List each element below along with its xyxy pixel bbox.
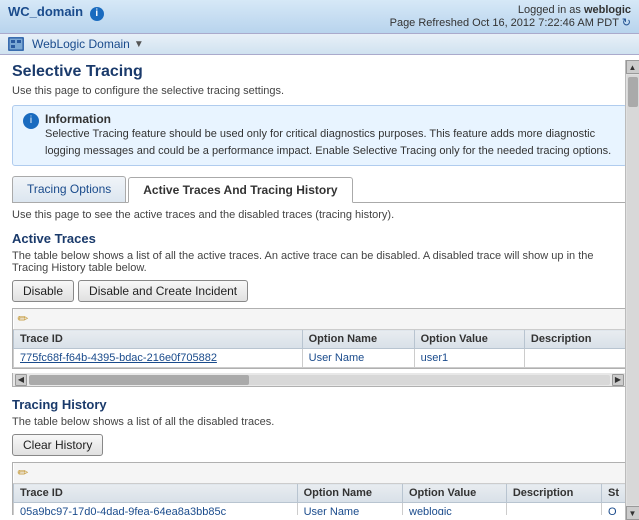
hist-cell-option-name: User Name — [297, 503, 402, 516]
history-table-row[interactable]: 05a9bc97-17d0-4dad-9fea-64ea8a3bb85c Use… — [14, 503, 626, 516]
cell-option-value: user1 — [414, 349, 524, 368]
weblogic-domain-icon — [8, 37, 24, 51]
logged-in-user: weblogic — [584, 4, 631, 16]
tracing-history-description: The table below shows a list of all the … — [12, 416, 627, 428]
tracing-history-section: Tracing History The table below shows a … — [12, 397, 627, 515]
hist-col-description: Description — [506, 484, 601, 503]
col-option-value: Option Value — [414, 330, 524, 349]
active-traces-header-row: Trace ID Option Name Option Value Descri… — [14, 330, 626, 349]
active-traces-action-row: ✏ — [14, 309, 626, 330]
vsb-up-icon[interactable]: ▲ — [626, 60, 639, 74]
history-header-row: Trace ID Option Name Option Value Descri… — [14, 484, 626, 503]
cell-trace-id: 775fc68f-f64b-4395-bdac-216e0f705882 — [14, 349, 303, 368]
tracing-history-buttons: Clear History — [12, 434, 627, 456]
active-traces-table: ✏ Trace ID Option Name Option Value Desc… — [13, 309, 626, 368]
tracing-history-table-wrapper: ✏ Trace ID Option Name Option Value Desc… — [12, 462, 627, 515]
col-trace-id: Trace ID — [14, 330, 303, 349]
breadcrumb-link[interactable]: WebLogic Domain — [32, 37, 130, 51]
scroll-left-icon[interactable]: ◀ — [15, 374, 27, 386]
hist-cell-trace-id: 05a9bc97-17d0-4dad-9fea-64ea8a3bb85c — [14, 503, 298, 516]
cell-option-name: User Name — [302, 349, 414, 368]
cell-description — [524, 349, 625, 368]
active-traces-table-wrapper: ✏ Trace ID Option Name Option Value Desc… — [12, 308, 627, 369]
hist-col-option-value: Option Value — [403, 484, 507, 503]
col-option-name: Option Name — [302, 330, 414, 349]
vsb-track[interactable] — [627, 75, 639, 505]
active-traces-description: The table below shows a list of all the … — [12, 250, 627, 274]
pencil-icon-2: ✏ — [18, 465, 29, 480]
tab-tracing-options[interactable]: Tracing Options — [12, 176, 126, 202]
active-traces-scrollbar[interactable]: ◀ ▶ — [12, 373, 627, 387]
logged-in-info: Logged in as weblogic Page Refreshed Oct… — [390, 4, 631, 29]
info-box-icon: i — [23, 113, 39, 129]
domain-info: WC_domain i — [8, 4, 104, 21]
breadcrumb-dropdown-icon[interactable]: ▼ — [134, 39, 144, 50]
tracing-history-table: ✏ Trace ID Option Name Option Value Desc… — [13, 463, 626, 515]
main-content: Selective Tracing Use this page to confi… — [0, 55, 639, 515]
active-traces-title: Active Traces — [12, 231, 627, 246]
tracing-history-title: Tracing History — [12, 397, 627, 412]
vertical-scrollbar[interactable]: ▲ ▼ — [625, 60, 639, 520]
page-description: Use this page to configure the selective… — [12, 85, 627, 97]
hist-col-trace-id: Trace ID — [14, 484, 298, 503]
hist-cell-option-value: weblogic — [403, 503, 507, 516]
hist-col-option-name: Option Name — [297, 484, 402, 503]
col-description: Description — [524, 330, 625, 349]
vsb-thumb[interactable] — [628, 77, 638, 107]
tab-description: Use this page to see the active traces a… — [12, 209, 627, 221]
breadcrumb-bar: WebLogic Domain ▼ — [0, 34, 639, 55]
scroll-thumb[interactable] — [29, 375, 249, 385]
table-row[interactable]: 775fc68f-f64b-4395-bdac-216e0f705882 Use… — [14, 349, 626, 368]
page-refreshed-text: Page Refreshed Oct 16, 2012 7:22:46 AM P… — [390, 17, 619, 29]
disable-button[interactable]: Disable — [12, 280, 74, 302]
hist-cell-description — [506, 503, 601, 516]
tabs-container: Tracing Options Active Traces And Tracin… — [12, 176, 627, 203]
scroll-right-icon[interactable]: ▶ — [612, 374, 624, 386]
hist-col-status: St — [602, 484, 626, 503]
disable-incident-button[interactable]: Disable and Create Incident — [78, 280, 248, 302]
domain-name-text: WC_domain — [8, 4, 83, 19]
info-box-text: Selective Tracing feature should be used… — [45, 128, 611, 157]
domain-info-icon[interactable]: i — [90, 7, 104, 21]
info-box-title: Information — [45, 112, 111, 126]
scroll-track[interactable] — [29, 375, 610, 385]
logged-in-label: Logged in as — [518, 4, 581, 16]
vsb-down-icon[interactable]: ▼ — [626, 506, 639, 520]
clear-history-button[interactable]: Clear History — [12, 434, 103, 456]
info-box-header: Information Selective Tracing feature sh… — [45, 112, 616, 159]
active-traces-buttons: Disable Disable and Create Incident — [12, 280, 627, 302]
active-traces-section: Active Traces The table below shows a li… — [12, 231, 627, 387]
refresh-icon[interactable]: ↻ — [622, 17, 631, 29]
hist-cell-status: O — [602, 503, 626, 516]
info-box: i Information Selective Tracing feature … — [12, 105, 627, 166]
page-title: Selective Tracing — [12, 63, 627, 81]
top-header: WC_domain i Logged in as weblogic Page R… — [0, 0, 639, 34]
pencil-icon: ✏ — [18, 311, 29, 326]
domain-title: WC_domain i — [8, 4, 104, 19]
history-action-row: ✏ — [14, 463, 626, 484]
tab-active-traces[interactable]: Active Traces And Tracing History — [128, 177, 352, 203]
